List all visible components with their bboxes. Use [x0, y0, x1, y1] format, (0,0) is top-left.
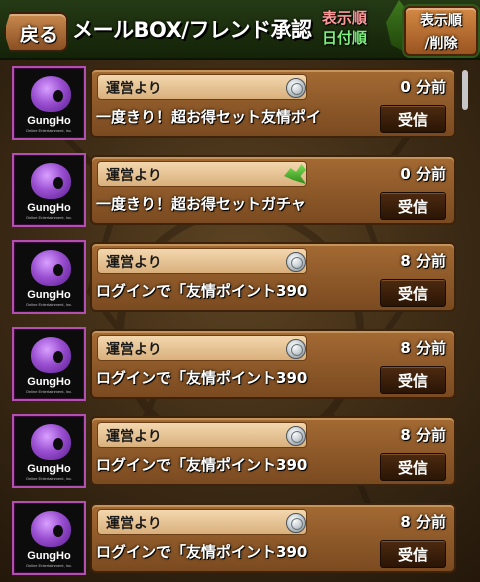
mail-item[interactable]: GungHo Online Entertainment, Inc. 運営より 0… [12, 66, 456, 140]
receive-button[interactable]: 受信 [380, 453, 446, 481]
coin-icon [286, 513, 306, 533]
gungho-logo-icon [31, 511, 71, 547]
sort-order-label-line1: 表示順 [322, 9, 368, 27]
sender-avatar: GungHo Online Entertainment, Inc. [12, 327, 86, 401]
avatar-logo-subtext: Online Entertainment, Inc. [25, 563, 73, 568]
mail-panel: 運営より 8 分前 ログインで「友情ポイント390 受信 [90, 242, 456, 312]
avatar-logo-subtext: Online Entertainment, Inc. [25, 128, 73, 133]
dragon-icon [284, 164, 306, 184]
receive-button[interactable]: 受信 [380, 279, 446, 307]
mail-panel: 運営より 8 分前 ログインで「友情ポイント390 受信 [90, 416, 456, 486]
scrollbar-thumb[interactable] [462, 70, 468, 110]
scrollbar[interactable] [462, 70, 468, 570]
mail-time: 0 分前 [400, 165, 446, 183]
sender-name: 運営より [106, 81, 162, 97]
receive-button[interactable]: 受信 [380, 192, 446, 220]
sender-avatar: GungHo Online Entertainment, Inc. [12, 501, 86, 575]
coin-icon [286, 252, 306, 272]
gungho-logo-icon [31, 424, 71, 460]
receive-button-label: 受信 [397, 198, 428, 216]
sender-avatar: GungHo Online Entertainment, Inc. [12, 240, 86, 314]
receive-button[interactable]: 受信 [380, 366, 446, 394]
receive-button[interactable]: 受信 [380, 540, 446, 568]
coin-icon [286, 426, 306, 446]
mail-time: 8 分前 [400, 252, 446, 270]
receive-button-label: 受信 [397, 546, 428, 564]
sender-name: 運営より [106, 342, 162, 358]
sender-bar: 運営より [97, 509, 307, 535]
avatar-logo-subtext: Online Entertainment, Inc. [25, 389, 73, 394]
sender-bar: 運営より [97, 74, 307, 100]
gungho-logo-icon [31, 250, 71, 286]
sort-delete-button-line2: /削除 [424, 36, 458, 52]
mail-panel: 運営より 8 分前 ログインで「友情ポイント390 受信 [90, 503, 456, 573]
mail-item[interactable]: GungHo Online Entertainment, Inc. 運営より 8… [12, 327, 456, 401]
avatar-logo-text: GungHo [27, 463, 71, 475]
sender-bar: 運営より [97, 335, 307, 361]
sender-avatar: GungHo Online Entertainment, Inc. [12, 414, 86, 488]
receive-button[interactable]: 受信 [380, 105, 446, 133]
mail-item[interactable]: GungHo Online Entertainment, Inc. 運営より 0… [12, 153, 456, 227]
mail-item[interactable]: GungHo Online Entertainment, Inc. 運営より 8… [12, 414, 456, 488]
mail-item[interactable]: GungHo Online Entertainment, Inc. 運営より 8… [12, 240, 456, 314]
avatar-logo-text: GungHo [27, 376, 71, 388]
mailbox-screen: 戻る メールBOX/フレンド承認 表示順 日付順 表示順 /削除 GungHo … [0, 0, 480, 582]
sender-name: 運営より [106, 168, 162, 184]
back-button-label: 戻る [20, 24, 59, 46]
mail-time: 8 分前 [400, 339, 446, 357]
sort-delete-button-line1: 表示順 [420, 13, 462, 29]
mail-time: 8 分前 [400, 513, 446, 531]
mail-item[interactable]: GungHo Online Entertainment, Inc. 運営より 8… [12, 501, 456, 575]
sort-order-label-line2: 日付順 [322, 29, 368, 47]
mail-subject: ログインで「友情ポイント390 [96, 282, 308, 300]
mail-panel: 運営より 8 分前 ログインで「友情ポイント390 受信 [90, 329, 456, 399]
avatar-logo-text: GungHo [27, 115, 71, 127]
mail-time: 8 分前 [400, 426, 446, 444]
sender-name: 運営より [106, 429, 162, 445]
page-title: メールBOX/フレンド承認 [72, 18, 312, 42]
mail-subject: 一度きり！超お得セット友情ポイ [96, 108, 322, 126]
gungho-logo-icon [31, 163, 71, 199]
receive-button-label: 受信 [397, 285, 428, 303]
coin-icon [286, 339, 306, 359]
gungho-logo-icon [31, 337, 71, 373]
avatar-logo-text: GungHo [27, 289, 71, 301]
coin-icon [286, 78, 306, 98]
mail-subject: ログインで「友情ポイント390 [96, 456, 308, 474]
receive-button-label: 受信 [397, 459, 428, 477]
sender-name: 運営より [106, 255, 162, 271]
avatar-logo-text: GungHo [27, 550, 71, 562]
sender-bar: 運営より [97, 248, 307, 274]
sender-name: 運営より [106, 516, 162, 532]
sender-bar: 運営より [97, 422, 307, 448]
sort-order-label: 表示順 日付順 [322, 8, 380, 48]
mail-subject: ログインで「友情ポイント390 [96, 543, 308, 561]
mail-panel: 運営より 0 分前 一度きり！超お得セットガチャ 受信 [90, 155, 456, 225]
sender-avatar: GungHo Online Entertainment, Inc. [12, 66, 86, 140]
sort-delete-button[interactable]: 表示順 /削除 [404, 6, 478, 56]
mail-subject: ログインで「友情ポイント390 [96, 369, 308, 387]
avatar-logo-subtext: Online Entertainment, Inc. [25, 302, 73, 307]
mail-panel: 運営より 0 分前 一度きり！超お得セット友情ポイ 受信 [90, 68, 456, 138]
sender-avatar: GungHo Online Entertainment, Inc. [12, 153, 86, 227]
back-button[interactable]: 戻る [4, 12, 68, 52]
sender-bar: 運営より [97, 161, 307, 187]
avatar-logo-text: GungHo [27, 202, 71, 214]
mail-subject: 一度きり！超お得セットガチャ [96, 195, 306, 213]
receive-button-label: 受信 [397, 372, 428, 390]
avatar-logo-subtext: Online Entertainment, Inc. [25, 476, 73, 481]
header-bar: 戻る メールBOX/フレンド承認 表示順 日付順 表示順 /削除 [0, 0, 480, 60]
mail-time: 0 分前 [400, 78, 446, 96]
gungho-logo-icon [31, 76, 71, 112]
receive-button-label: 受信 [397, 111, 428, 129]
avatar-logo-subtext: Online Entertainment, Inc. [25, 215, 73, 220]
